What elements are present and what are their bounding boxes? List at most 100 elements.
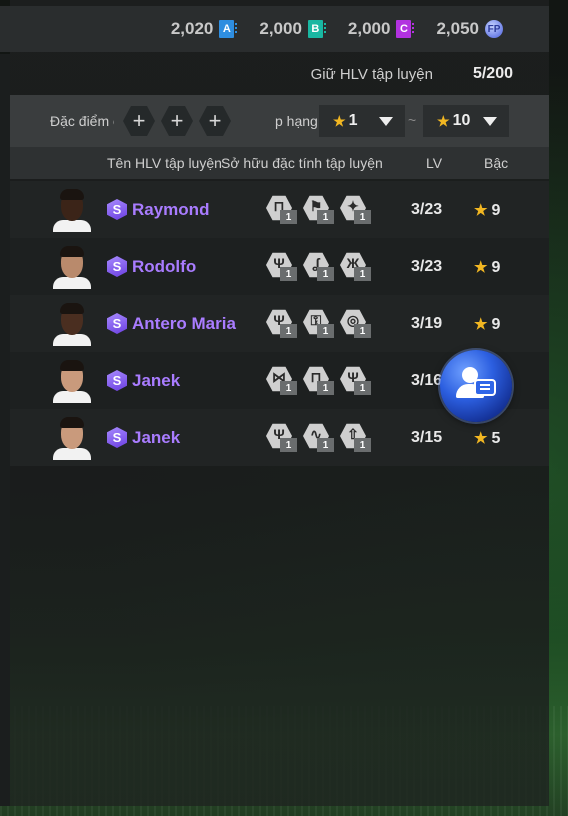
coach-name: Raymond bbox=[132, 200, 210, 219]
table-header: Tên HLV tập luyện Sở hữu đặc tính tập lu… bbox=[10, 147, 549, 179]
star-icon: ★ bbox=[474, 259, 488, 276]
trait-level: 1 bbox=[317, 210, 334, 224]
trait-ball-spin-icon[interactable]: ◎ 1 bbox=[340, 307, 374, 341]
trait-level: 1 bbox=[317, 381, 334, 395]
trait-ball-curve-icon[interactable]: ʆ 1 bbox=[303, 250, 337, 284]
star-icon: ★ bbox=[474, 430, 488, 447]
star-icon: ★ bbox=[474, 202, 488, 219]
trait-player-dribble-icon[interactable]: ⚑ 1 bbox=[303, 193, 337, 227]
coach-row[interactable]: S Rodolfo Ψ 1 ʆ 1 Ж 1 3/23 ★ 9 bbox=[10, 238, 549, 295]
coach-avatar bbox=[53, 416, 91, 460]
star-icon: ★ bbox=[437, 112, 450, 129]
s-grade-badge-icon: S bbox=[107, 256, 127, 277]
trait-level: 1 bbox=[317, 267, 334, 281]
hold-label: Giữ HLV tập luyện bbox=[310, 65, 433, 83]
trait-up-arrow-power-icon[interactable]: ⇧ 1 bbox=[340, 421, 374, 455]
coach-avatar bbox=[53, 302, 91, 346]
trait-player-run-icon[interactable]: ✦ 1 bbox=[340, 193, 374, 227]
rank-min-value: 1 bbox=[348, 112, 358, 129]
col-header-traits[interactable]: Sở hữu đặc tính tập luyện bbox=[221, 155, 383, 171]
coach-name: Rodolfo bbox=[132, 257, 197, 276]
filter-bar: Đặc điểm c + + + p hạng ★ 1 ~ ★ 10 bbox=[10, 95, 549, 147]
coach-grade: ★ 9 bbox=[474, 202, 501, 219]
currency-a: 2,020 A bbox=[170, 19, 238, 39]
trait-level: 1 bbox=[354, 381, 371, 395]
s-grade-badge-icon: S bbox=[107, 199, 127, 220]
trait-level: 1 bbox=[317, 324, 334, 338]
coach-row[interactable]: S Antero Maria Ψ 1 ⚿ 1 ◎ 1 3/19 ★ 9 bbox=[10, 295, 549, 352]
chevron-down-icon bbox=[483, 117, 497, 126]
coach-name: Janek bbox=[132, 428, 181, 447]
add-trait-filter-button-1[interactable]: + bbox=[123, 105, 155, 137]
trait-level: 1 bbox=[317, 438, 334, 452]
coach-avatar bbox=[53, 188, 91, 232]
hold-value: 5/200 bbox=[472, 65, 513, 82]
coach-name: Janek bbox=[132, 371, 181, 390]
chat-bubble-icon bbox=[474, 379, 496, 396]
chevron-down-icon bbox=[379, 117, 393, 126]
coach-grade: ★ 5 bbox=[474, 430, 501, 447]
currency-c-icon: C bbox=[396, 20, 415, 38]
trait-whistle-board-icon[interactable]: ⊓ 1 bbox=[303, 364, 337, 398]
currency-c: 2,000 C bbox=[347, 19, 415, 39]
coach-avatar bbox=[53, 359, 91, 403]
friends-chat-button[interactable] bbox=[440, 350, 512, 422]
s-grade-badge-icon: S bbox=[107, 313, 127, 334]
rank-max-value: 10 bbox=[452, 112, 471, 129]
currency-a-value: 2,020 bbox=[170, 19, 214, 38]
coach-row[interactable]: S Raymond ⊓ 1 ⚑ 1 ✦ 1 3/23 ★ 9 bbox=[10, 181, 549, 238]
s-grade-badge-icon: S bbox=[107, 427, 127, 448]
coach-level: 3/16 bbox=[411, 372, 443, 389]
coach-level: 3/15 bbox=[411, 429, 443, 446]
currency-b-icon: B bbox=[307, 20, 326, 38]
hold-count-row: Giữ HLV tập luyện 5/200 bbox=[10, 54, 549, 94]
s-grade-badge-icon: S bbox=[107, 370, 127, 391]
coach-level: 3/23 bbox=[411, 201, 443, 218]
trait-level: 1 bbox=[280, 210, 297, 224]
trait-level: 1 bbox=[354, 324, 371, 338]
trait-level: 1 bbox=[354, 210, 371, 224]
coach-grade: ★ 9 bbox=[474, 316, 501, 333]
trait-whistle-board-icon[interactable]: ⊓ 1 bbox=[266, 193, 300, 227]
left-edge-strip bbox=[0, 54, 10, 806]
col-header-grade[interactable]: Bậc bbox=[484, 155, 508, 171]
trait-level: 1 bbox=[280, 267, 297, 281]
coach-grade: ★ 9 bbox=[474, 259, 501, 276]
rank-separator: ~ bbox=[408, 112, 417, 128]
trait-player-jump-icon[interactable]: Ψ 1 bbox=[266, 250, 300, 284]
col-header-name[interactable]: Tên HLV tập luyện bbox=[107, 155, 222, 171]
trait-player-jump-icon[interactable]: Ψ 1 bbox=[266, 421, 300, 455]
rank-max-dropdown[interactable]: ★ 10 bbox=[423, 105, 509, 137]
currency-b-value: 2,000 bbox=[259, 19, 302, 38]
coach-level: 3/23 bbox=[411, 258, 443, 275]
trait-level: 1 bbox=[354, 267, 371, 281]
trait-level: 1 bbox=[280, 381, 297, 395]
currency-a-icon: A bbox=[219, 20, 238, 38]
currency-c-value: 2,000 bbox=[347, 19, 391, 38]
star-icon: ★ bbox=[333, 112, 346, 129]
trait-ball-curve-icon[interactable]: ∿ 1 bbox=[303, 421, 337, 455]
fp-coin-icon: FP bbox=[485, 20, 503, 38]
trait-player-jump-icon[interactable]: Ψ 1 bbox=[266, 307, 300, 341]
currency-b: 2,000 B bbox=[259, 19, 326, 39]
col-header-lv[interactable]: LV bbox=[426, 155, 442, 171]
coach-avatar bbox=[53, 245, 91, 289]
star-icon: ★ bbox=[474, 316, 488, 333]
trait-player-tackle-icon[interactable]: Ж 1 bbox=[340, 250, 374, 284]
trait-level: 1 bbox=[354, 438, 371, 452]
currency-fp-value: 2,050 bbox=[436, 19, 479, 38]
trait-level: 1 bbox=[280, 438, 297, 452]
coach-name: Antero Maria bbox=[132, 314, 236, 333]
currency-fp: 2,050 FP bbox=[436, 19, 503, 39]
add-trait-filter-button-2[interactable]: + bbox=[161, 105, 193, 137]
add-trait-filter-button-3[interactable]: + bbox=[199, 105, 231, 137]
currency-bar: 2,020 A 2,000 B 2,000 C 2,050 FP bbox=[0, 6, 549, 52]
coach-level: 3/19 bbox=[411, 315, 443, 332]
rank-min-dropdown[interactable]: ★ 1 bbox=[319, 105, 405, 137]
trait-player-jump-icon[interactable]: Ψ 1 bbox=[340, 364, 374, 398]
rank-filter-label: p hạng bbox=[275, 113, 318, 129]
trait-lock-save-icon[interactable]: ⚿ 1 bbox=[303, 307, 337, 341]
trait-pass-network-icon[interactable]: ⋈ 1 bbox=[266, 364, 300, 398]
trait-filter-label: Đặc điểm c bbox=[50, 113, 114, 129]
trait-level: 1 bbox=[280, 324, 297, 338]
